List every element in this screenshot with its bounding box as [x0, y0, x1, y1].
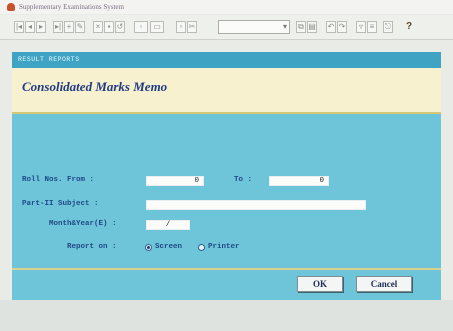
roll-from-label: Roll Nos. From :: [22, 176, 95, 184]
app-icon: [7, 3, 15, 11]
cut-icon[interactable]: ✂: [187, 21, 197, 33]
report-on-label: Report on :: [67, 243, 117, 251]
chevron-down-icon[interactable]: ▾: [283, 22, 287, 31]
sort-icon[interactable]: ≡: [367, 21, 377, 33]
save-icon[interactable]: ▪: [104, 21, 114, 33]
screen-radio[interactable]: [145, 244, 152, 251]
title-bar: Supplementary Examinations System: [0, 0, 453, 14]
toolbar: |◂ ◂ ▸ ▸| + ✎ × ▪ ↺ ◦ ▭ ▫ ✂ ▾ ⧉ ▤ ↶ ↷ ▿ …: [0, 15, 453, 40]
screen-radio-label[interactable]: Screen: [155, 243, 182, 251]
cancel-icon[interactable]: ↺: [115, 21, 125, 33]
print-icon[interactable]: ▭: [150, 21, 164, 33]
status-area: [0, 300, 453, 331]
copy-icon[interactable]: ⧉: [296, 21, 306, 33]
printer-radio[interactable]: [198, 244, 205, 251]
dialog-header: RESULT REPORTS: [12, 52, 441, 68]
roll-from-input[interactable]: 0: [146, 176, 204, 186]
first-record-icon[interactable]: |◂: [14, 21, 24, 33]
month-year-label: Month&Year(E) :: [49, 220, 117, 228]
next-record-icon[interactable]: ▸: [36, 21, 46, 33]
roll-to-input[interactable]: 0: [269, 176, 329, 186]
find-icon[interactable]: ◦: [134, 21, 148, 33]
previous-record-icon[interactable]: ◂: [25, 21, 35, 33]
subject-input[interactable]: [146, 200, 366, 210]
paste-icon[interactable]: ▤: [307, 21, 317, 33]
footer-divider: [12, 268, 441, 270]
last-record-icon[interactable]: ▸|: [53, 21, 63, 33]
roll-to-label: To :: [234, 176, 253, 184]
redo-icon[interactable]: ↷: [337, 21, 347, 33]
printer-radio-label[interactable]: Printer: [208, 243, 240, 251]
add-icon[interactable]: +: [64, 21, 74, 33]
subject-label: Part-II Subject :: [22, 200, 99, 208]
exit-icon[interactable]: ⎋: [383, 21, 393, 33]
help-button[interactable]: ?: [404, 21, 414, 33]
filter-icon[interactable]: ▿: [356, 21, 366, 33]
edit-icon[interactable]: ✎: [75, 21, 85, 33]
toolbar-combo[interactable]: ▾: [218, 20, 290, 34]
window-title: Supplementary Examinations System: [19, 3, 124, 11]
ok-button[interactable]: OK: [297, 276, 343, 292]
delete-icon[interactable]: ×: [93, 21, 103, 33]
cancel-button[interactable]: Cancel: [356, 276, 412, 292]
undo-icon[interactable]: ↶: [326, 21, 336, 33]
preview-icon[interactable]: ▫: [176, 21, 186, 33]
page-title: Consolidated Marks Memo: [22, 79, 168, 94]
dialog-header-title: RESULT REPORTS: [18, 56, 80, 63]
report-dialog: RESULT REPORTS Consolidated Marks Memo R…: [12, 52, 441, 300]
month-year-input[interactable]: /: [146, 220, 190, 230]
